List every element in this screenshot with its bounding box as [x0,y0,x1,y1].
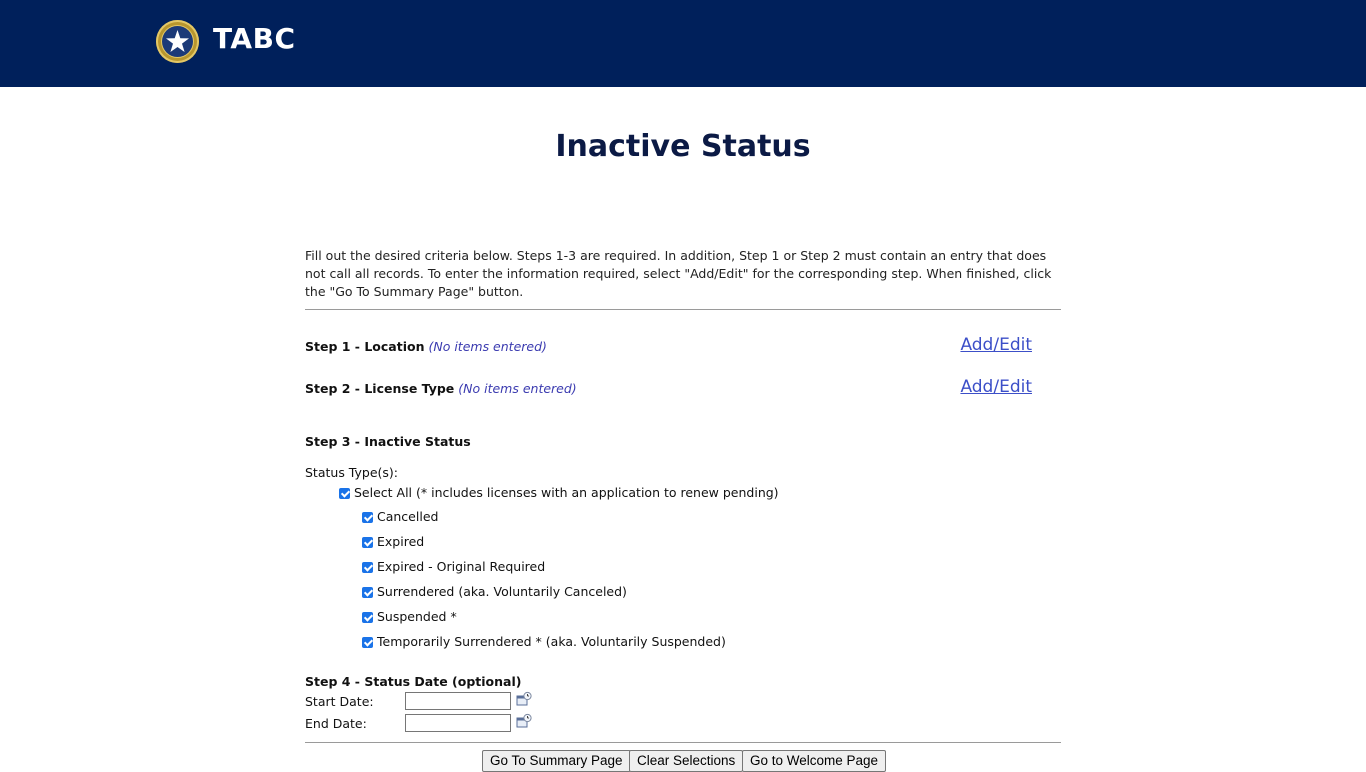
step2-add-edit-link[interactable]: Add/Edit [960,377,1032,397]
status-option-label: Suspended * [377,609,457,624]
calendar-picker-icon[interactable] [516,691,532,707]
suspended-checkbox[interactable] [362,611,373,623]
select-all-label: Select All (* includes licenses with an … [354,485,779,500]
step2-status: (No items entered) [458,381,577,396]
brand-logo-text[interactable]: TABC [213,22,296,55]
cancelled-checkbox[interactable] [362,511,373,523]
calendar-picker-icon[interactable] [516,713,532,729]
start-date-label: Start Date: [305,694,374,709]
status-option-label: Expired - Original Required [377,559,546,574]
select-all-checkbox-row[interactable]: Select All (* includes licenses with an … [339,484,779,502]
status-option-label: Temporarily Surrendered * (aka. Voluntar… [377,634,726,649]
step1-add-edit-link[interactable]: Add/Edit [960,335,1032,355]
step1-status: (No items entered) [428,339,547,354]
step4-label: Step 4 - Status Date (optional) [305,674,522,689]
step2-label: Step 2 - License Type [305,381,455,396]
instructions: Fill out the desired criteria below. Ste… [305,247,1061,301]
status-types-label: Status Type(s): [305,465,398,480]
status-option-label: Cancelled [377,509,439,524]
tabc-seal-icon[interactable] [156,20,199,63]
page-title: Inactive Status [555,129,811,164]
site-header: TABC [0,0,1366,87]
end-date-label: End Date: [305,716,367,731]
status-option-row[interactable]: Suspended * [362,608,457,626]
expired-original-required-checkbox[interactable] [362,561,373,573]
go-to-summary-button[interactable]: Go To Summary Page [482,750,631,772]
step1-label: Step 1 - Location [305,339,425,354]
status-option-row[interactable]: Expired [362,533,424,551]
surrendered-checkbox[interactable] [362,586,373,598]
go-to-welcome-button[interactable]: Go to Welcome Page [742,750,887,772]
expired-checkbox[interactable] [362,536,373,548]
divider [305,309,1061,310]
status-option-row[interactable]: Expired - Original Required [362,558,545,576]
start-date-input[interactable] [405,692,511,710]
step3-label: Step 3 - Inactive Status [305,434,471,449]
clear-selections-button[interactable]: Clear Selections [629,750,744,772]
status-option-label: Expired [377,534,425,549]
status-option-row[interactable]: Surrendered (aka. Voluntarily Canceled) [362,583,627,601]
status-option-row[interactable]: Cancelled [362,508,438,526]
end-date-input[interactable] [405,714,511,732]
temporarily-surrendered-checkbox[interactable] [362,636,373,648]
select-all-checkbox[interactable] [339,487,350,499]
intro-text: Fill out the desired criteria below. Ste… [305,248,1052,299]
status-option-label: Surrendered (aka. Voluntarily Canceled) [377,584,627,599]
step1-row: Step 1 - Location (No items entered) Add… [305,335,1032,355]
status-option-row[interactable]: Temporarily Surrendered * (aka. Voluntar… [362,633,726,651]
divider [305,742,1061,743]
step2-row: Step 2 - License Type (No items entered)… [305,377,1032,397]
